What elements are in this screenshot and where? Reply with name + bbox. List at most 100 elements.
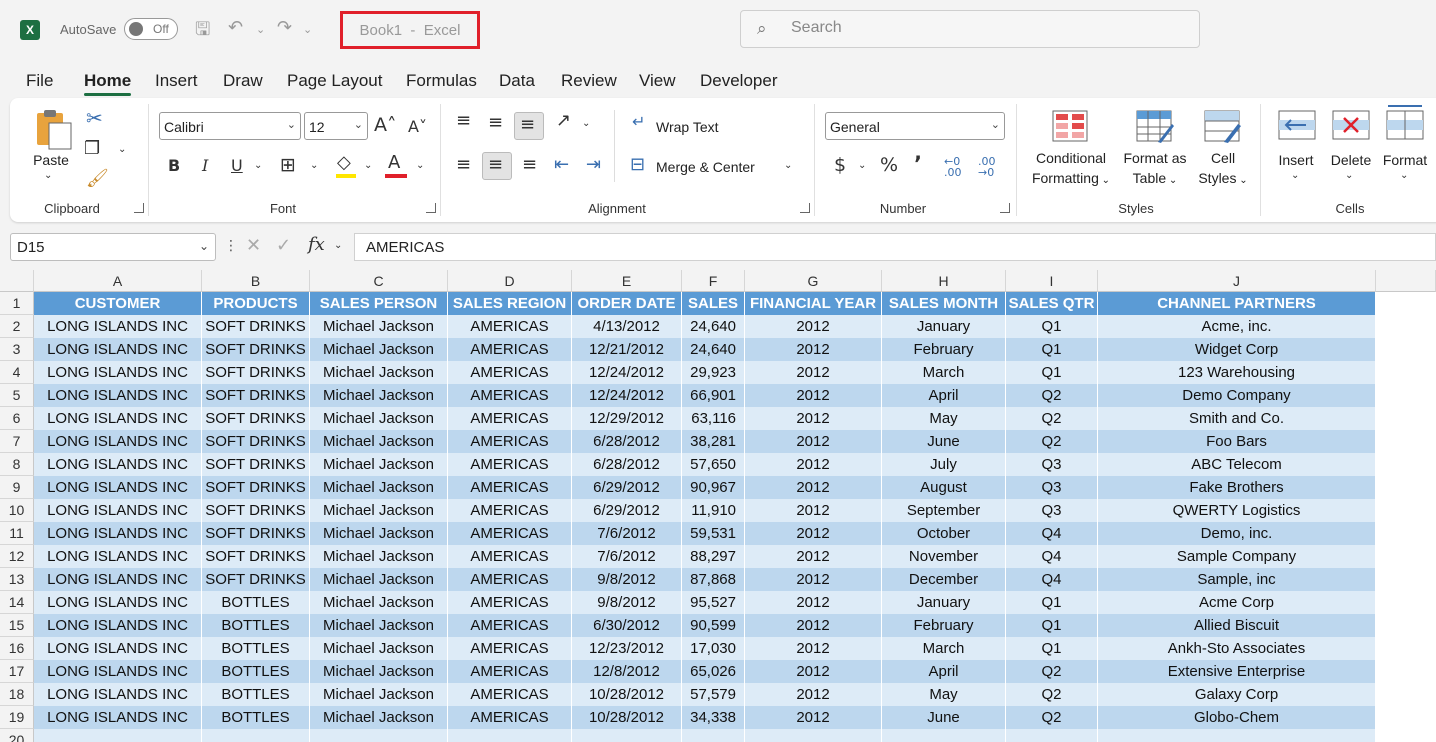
column-header[interactable]: D: [448, 270, 572, 292]
copy-dropdown-icon[interactable]: ⌄: [118, 144, 126, 155]
table-cell[interactable]: Sample, inc: [1098, 568, 1376, 591]
table-cell[interactable]: AMERICAS: [448, 407, 572, 430]
cell-styles-icon[interactable]: [1204, 110, 1242, 144]
table-cell[interactable]: Q2: [1006, 706, 1098, 729]
table-cell[interactable]: March: [882, 637, 1006, 660]
table-cell[interactable]: Q4: [1006, 568, 1098, 591]
italic-icon[interactable]: I: [202, 156, 208, 175]
format-as-table-icon[interactable]: [1136, 110, 1174, 144]
row-header[interactable]: 1: [0, 292, 34, 315]
fill-color-icon[interactable]: ◇: [337, 152, 351, 173]
conditional-formatting-button[interactable]: Conditional Formatting ⌄: [1024, 148, 1118, 191]
table-cell[interactable]: Q3: [1006, 499, 1098, 522]
table-cell[interactable]: LONG ISLANDS INC: [34, 338, 202, 361]
table-cell[interactable]: 2012: [745, 522, 882, 545]
table-cell[interactable]: SOFT DRINKS: [202, 499, 310, 522]
table-cell[interactable]: 29,923: [682, 361, 745, 384]
table-cell[interactable]: 12/29/2012: [572, 407, 682, 430]
redo-icon[interactable]: ↷: [277, 17, 292, 38]
underline-dropdown-icon[interactable]: ⌄: [254, 160, 262, 171]
table-cell[interactable]: BOTTLES: [202, 614, 310, 637]
table-cell[interactable]: AMERICAS: [448, 453, 572, 476]
table-cell[interactable]: BOTTLES: [202, 683, 310, 706]
percent-style-icon[interactable]: %: [880, 154, 898, 176]
underline-icon[interactable]: U: [231, 156, 243, 175]
table-cell[interactable]: BOTTLES: [202, 660, 310, 683]
undo-icon[interactable]: ↶: [228, 17, 243, 38]
format-painter-icon[interactable]: 🖌: [86, 168, 109, 189]
font-color-dropdown-icon[interactable]: ⌄: [416, 160, 424, 171]
table-cell[interactable]: LONG ISLANDS INC: [34, 361, 202, 384]
table-cell[interactable]: SOFT DRINKS: [202, 407, 310, 430]
table-cell[interactable]: Smith and Co.: [1098, 407, 1376, 430]
table-cell[interactable]: LONG ISLANDS INC: [34, 384, 202, 407]
tab-insert[interactable]: Insert: [155, 71, 198, 91]
table-cell[interactable]: AMERICAS: [448, 568, 572, 591]
table-header-cell[interactable]: SALES QTR: [1006, 292, 1098, 315]
table-cell[interactable]: Q4: [1006, 522, 1098, 545]
delete-cells-button[interactable]: Delete: [1326, 150, 1376, 170]
table-cell[interactable]: AMERICAS: [448, 384, 572, 407]
table-cell[interactable]: 9/8/2012: [572, 591, 682, 614]
table-cell[interactable]: 65,026: [682, 660, 745, 683]
table-cell[interactable]: 2012: [745, 683, 882, 706]
table-cell[interactable]: BOTTLES: [202, 591, 310, 614]
table-cell[interactable]: Q1: [1006, 361, 1098, 384]
table-cell[interactable]: 95,527: [682, 591, 745, 614]
table-cell[interactable]: Michael Jackson: [310, 476, 448, 499]
spreadsheet-grid[interactable]: A B C D E F G H I J 1 CUSTOMER PRODUCTS SALES PERSON S…: [0, 270, 1436, 742]
row-header[interactable]: 19: [0, 706, 34, 729]
select-all-corner[interactable]: [0, 270, 34, 292]
table-cell[interactable]: 57,579: [682, 683, 745, 706]
table-cell[interactable]: [310, 729, 448, 742]
table-cell[interactable]: Michael Jackson: [310, 545, 448, 568]
column-header[interactable]: I: [1006, 270, 1098, 292]
tab-file[interactable]: File: [26, 71, 53, 91]
table-cell[interactable]: April: [882, 384, 1006, 407]
column-header[interactable]: G: [745, 270, 882, 292]
row-header[interactable]: 14: [0, 591, 34, 614]
formula-input[interactable]: AMERICAS: [354, 233, 1436, 261]
row-header[interactable]: 20: [0, 729, 34, 742]
table-cell[interactable]: Q1: [1006, 315, 1098, 338]
table-cell[interactable]: SOFT DRINKS: [202, 522, 310, 545]
table-cell[interactable]: AMERICAS: [448, 361, 572, 384]
table-cell[interactable]: February: [882, 614, 1006, 637]
table-header-cell[interactable]: SALES REGION: [448, 292, 572, 315]
table-cell[interactable]: Michael Jackson: [310, 384, 448, 407]
table-cell[interactable]: 24,640: [682, 315, 745, 338]
save-icon[interactable]: 🖫: [195, 17, 210, 47]
table-cell[interactable]: 2012: [745, 453, 882, 476]
table-cell[interactable]: 17,030: [682, 637, 745, 660]
table-cell[interactable]: AMERICAS: [448, 476, 572, 499]
alignment-launcher-icon[interactable]: [800, 203, 810, 213]
format-cells-icon[interactable]: [1386, 104, 1424, 140]
table-cell[interactable]: AMERICAS: [448, 430, 572, 453]
table-cell[interactable]: December: [882, 568, 1006, 591]
table-cell[interactable]: June: [882, 706, 1006, 729]
delete-cells-icon[interactable]: [1332, 110, 1370, 140]
cut-icon[interactable]: ✂: [86, 106, 103, 130]
table-cell[interactable]: 2012: [745, 315, 882, 338]
table-cell[interactable]: Michael Jackson: [310, 614, 448, 637]
table-cell[interactable]: LONG ISLANDS INC: [34, 430, 202, 453]
column-header[interactable]: H: [882, 270, 1006, 292]
table-cell[interactable]: Q3: [1006, 453, 1098, 476]
increase-font-size-icon[interactable]: A˄: [374, 114, 397, 136]
table-cell[interactable]: 2012: [745, 614, 882, 637]
table-cell[interactable]: Michael Jackson: [310, 522, 448, 545]
table-cell[interactable]: 10/28/2012: [572, 706, 682, 729]
table-cell[interactable]: Michael Jackson: [310, 568, 448, 591]
table-cell[interactable]: Ankh-Sto Associates: [1098, 637, 1376, 660]
table-header-cell[interactable]: SALES MONTH: [882, 292, 1006, 315]
table-cell[interactable]: [882, 729, 1006, 742]
orientation-icon[interactable]: ↗: [556, 110, 571, 131]
merge-dropdown-icon[interactable]: ⌄: [784, 160, 792, 171]
row-header[interactable]: 9: [0, 476, 34, 499]
paste-icon[interactable]: [34, 108, 74, 150]
table-cell[interactable]: June: [882, 430, 1006, 453]
bold-icon[interactable]: B: [168, 156, 180, 175]
font-size-select[interactable]: 12 ⌄: [304, 112, 368, 140]
table-cell[interactable]: LONG ISLANDS INC: [34, 637, 202, 660]
table-cell[interactable]: Allied Biscuit: [1098, 614, 1376, 637]
